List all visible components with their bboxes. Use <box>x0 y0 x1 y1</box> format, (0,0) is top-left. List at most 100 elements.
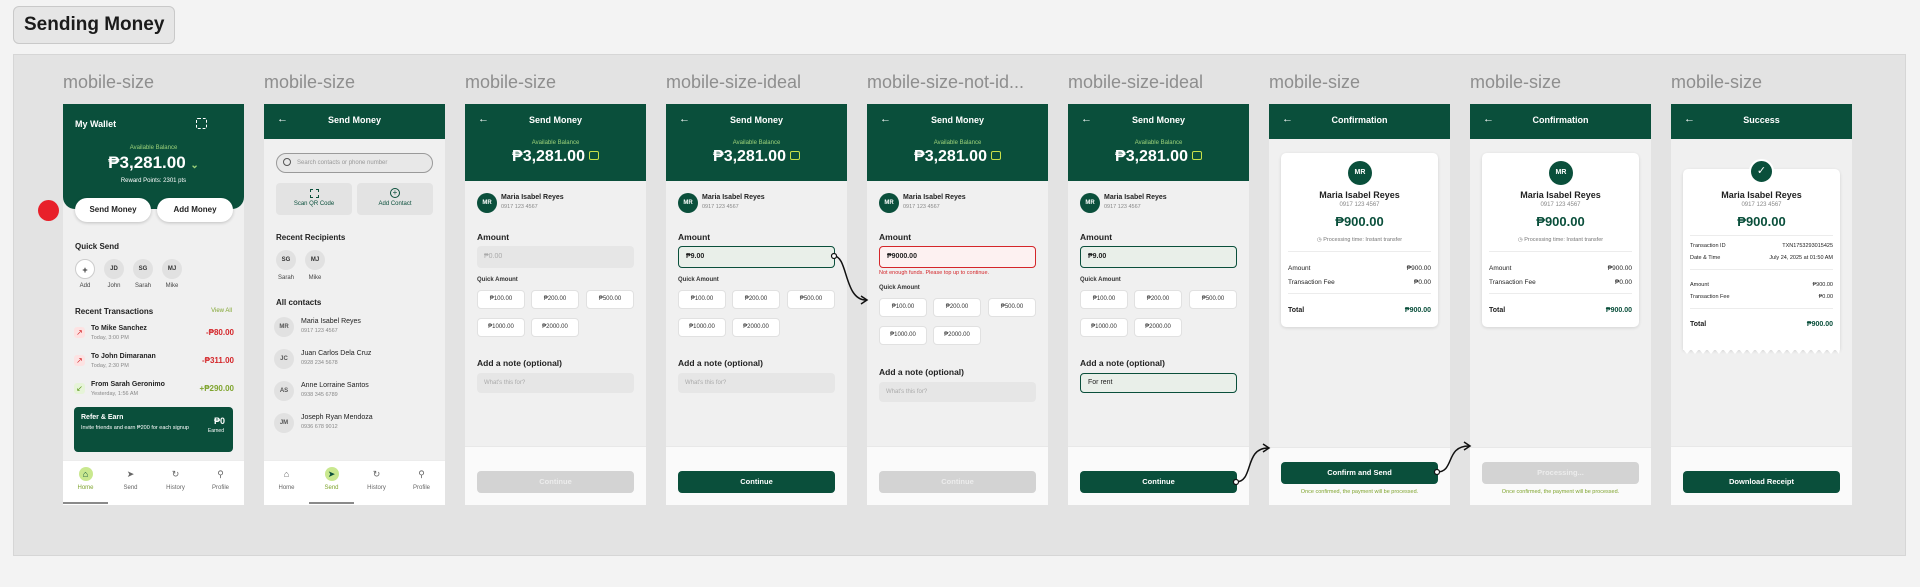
continue-button[interactable]: Continue <box>1080 471 1237 493</box>
recent-recipients-title: Recent Recipients <box>276 233 346 242</box>
quick-amount-chip[interactable]: ₱1000.00 <box>1080 318 1128 337</box>
quick-amount-label: Quick Amount <box>1080 277 1121 283</box>
quick-amount-chip[interactable]: ₱100.00 <box>678 290 726 309</box>
amount-input[interactable]: ₱9.00 <box>1080 246 1237 268</box>
contact-avatar: JM <box>274 413 294 433</box>
note-input[interactable]: What's this for? <box>879 382 1036 402</box>
send-money-button[interactable]: Send Money <box>75 198 151 222</box>
section-title: Sending Money <box>13 6 176 44</box>
annotation-marker <box>38 200 59 221</box>
nav-history[interactable]: ↻ History <box>153 461 198 505</box>
recipient-avatar[interactable]: MJ <box>305 250 325 270</box>
confirm-send-button[interactable]: Confirm and Send <box>1281 462 1438 484</box>
quick-amount-chip[interactable]: ₱200.00 <box>933 298 981 317</box>
continue-button[interactable]: Continue <box>879 471 1036 493</box>
frame-label: mobile-size <box>1671 72 1763 92</box>
success-header: ← Success <box>1671 104 1852 139</box>
note-input[interactable]: For rent <box>1080 373 1237 393</box>
transaction-row[interactable]: ↗ To Mike Sanchez Today, 3:00 PM -₱80.00 <box>74 324 234 350</box>
nav-send[interactable]: ➤ Send <box>108 461 153 505</box>
frame-label: mobile-size-ideal <box>1068 72 1204 92</box>
contact-name: Anne Lorraine Santos <box>301 382 369 389</box>
transaction-date: Today, 2:30 PM <box>91 363 129 369</box>
recipient-phone: 0917 123 4567 <box>501 204 538 210</box>
nav-send[interactable]: ➤ Send <box>309 461 354 505</box>
note-input[interactable]: What's this for? <box>678 373 835 393</box>
arrow-out-icon: ↗ <box>74 355 85 366</box>
quick-amount-chip[interactable]: ₱500.00 <box>1189 290 1237 309</box>
nav-history[interactable]: ↻ History <box>354 461 399 505</box>
search-placeholder: Search contacts or phone number <box>297 160 388 166</box>
refer-earn-card[interactable]: Refer & Earn Invite friends and earn ₱20… <box>74 407 233 452</box>
quick-avatar[interactable]: JD <box>104 259 124 279</box>
amount-row: Amount ₱900.00 <box>1489 265 1632 272</box>
plus-circle-icon: + <box>390 188 400 198</box>
recipient-avatar[interactable]: SG <box>276 250 296 270</box>
quick-amount-chip[interactable]: ₱500.00 <box>988 298 1036 317</box>
nav-home[interactable]: ⌂ Home <box>264 461 309 505</box>
add-contact-button[interactable]: + Add Contact <box>357 183 433 215</box>
nav-home[interactable]: ⌂ Home <box>63 461 108 505</box>
nav-profile[interactable]: ⚲ Profile <box>399 461 444 505</box>
frame-label: mobile-size <box>264 72 356 92</box>
processing-time: ◷ Processing time: Instant transfer <box>1517 237 1604 243</box>
screen-title: Send Money <box>930 115 984 125</box>
transaction-row[interactable]: ↗ To John Dimaranan Today, 2:30 PM -₱311… <box>74 352 234 378</box>
quick-amount-chip[interactable]: ₱1000.00 <box>477 318 525 337</box>
amount-header: ← Send Money Available Balance ₱3,281.00 <box>867 104 1048 181</box>
amount-input[interactable]: ₱0.00 <box>477 246 634 268</box>
amount-label: Amount <box>879 232 912 242</box>
processing-button[interactable]: Processing... <box>1482 462 1639 484</box>
fee-row: Transaction Fee ₱0.00 <box>1489 279 1632 286</box>
arrow-in-icon: ↙ <box>74 383 85 394</box>
search-input[interactable]: Search contacts or phone number <box>276 153 433 173</box>
quick-amount-chip[interactable]: ₱500.00 <box>586 290 634 309</box>
quick-amount-label: Quick Amount <box>477 277 518 283</box>
quick-amount-chip[interactable]: ₱200.00 <box>1134 290 1182 309</box>
quick-avatar[interactable]: MJ <box>162 259 182 279</box>
amount-input[interactable]: ₱9000.00 <box>879 246 1036 268</box>
quick-amount-chip[interactable]: ₱100.00 <box>477 290 525 309</box>
quick-add-icon[interactable]: + <box>75 259 95 279</box>
quick-amount-chip[interactable]: ₱200.00 <box>531 290 579 309</box>
note-input[interactable]: What's this for? <box>477 373 634 393</box>
quick-avatar[interactable]: SG <box>133 259 153 279</box>
amount-header: ← Send Money Available Balance ₱3,281.00 <box>666 104 847 181</box>
wallet-icon <box>588 151 599 160</box>
quick-amount-chip[interactable]: ₱1000.00 <box>678 318 726 337</box>
continue-button[interactable]: Continue <box>678 471 835 493</box>
transaction-amount: +₱290.00 <box>199 384 234 393</box>
refer-earned: Earned <box>207 428 224 434</box>
recipient-phone: 0917 123 4567 <box>702 204 739 210</box>
amount-screen-valid: ← Send Money Available Balance ₱3,281.00… <box>666 104 847 505</box>
quick-amount-chip[interactable]: ₱200.00 <box>732 290 780 309</box>
bottom-nav: ⌂ Home ➤ Send ↻ History ⚲ Profile <box>264 460 445 505</box>
home-icon: ⌂ <box>283 469 290 479</box>
transaction-title: To John Dimaranan <box>91 353 156 360</box>
add-money-button[interactable]: Add Money <box>157 198 233 222</box>
quick-amount-chip[interactable]: ₱100.00 <box>879 298 927 317</box>
quick-amount-chip[interactable]: ₱2000.00 <box>732 318 780 337</box>
quick-amount-chip[interactable]: ₱2000.00 <box>531 318 579 337</box>
scan-qr-label: Scan QR Code <box>293 201 335 207</box>
recipient-phone: 0917 123 4567 <box>1741 202 1782 208</box>
quick-amount-chip[interactable]: ₱2000.00 <box>1134 318 1182 337</box>
quick-amount-chip[interactable]: ₱1000.00 <box>879 326 927 345</box>
amount-input[interactable]: ₱9.00 <box>678 246 835 268</box>
processing-time: ◷ Processing time: Instant transfer <box>1316 237 1403 243</box>
quick-amount-chip[interactable]: ₱2000.00 <box>933 326 981 345</box>
recipient-avatar: MR <box>1549 161 1573 185</box>
view-all-link[interactable]: View All <box>211 308 232 314</box>
scan-qr-button[interactable]: Scan QR Code <box>276 183 352 215</box>
download-receipt-button[interactable]: Download Receipt <box>1683 471 1840 493</box>
recipient-avatar: MR <box>879 193 899 213</box>
wallet-icon <box>990 151 1001 160</box>
transaction-row[interactable]: ↙ From Sarah Geronimo Yesterday, 1:56 AM… <box>74 380 234 406</box>
quick-amount-chip[interactable]: ₱500.00 <box>787 290 835 309</box>
sent-amount: ₱900.00 <box>1737 214 1786 229</box>
continue-button[interactable]: Continue <box>477 471 634 493</box>
scan-icon[interactable] <box>196 118 207 129</box>
quick-amount-chip[interactable]: ₱100.00 <box>1080 290 1128 309</box>
recipient-name: Maria Isabel Reyes <box>1721 190 1802 200</box>
nav-profile[interactable]: ⚲ Profile <box>198 461 243 505</box>
